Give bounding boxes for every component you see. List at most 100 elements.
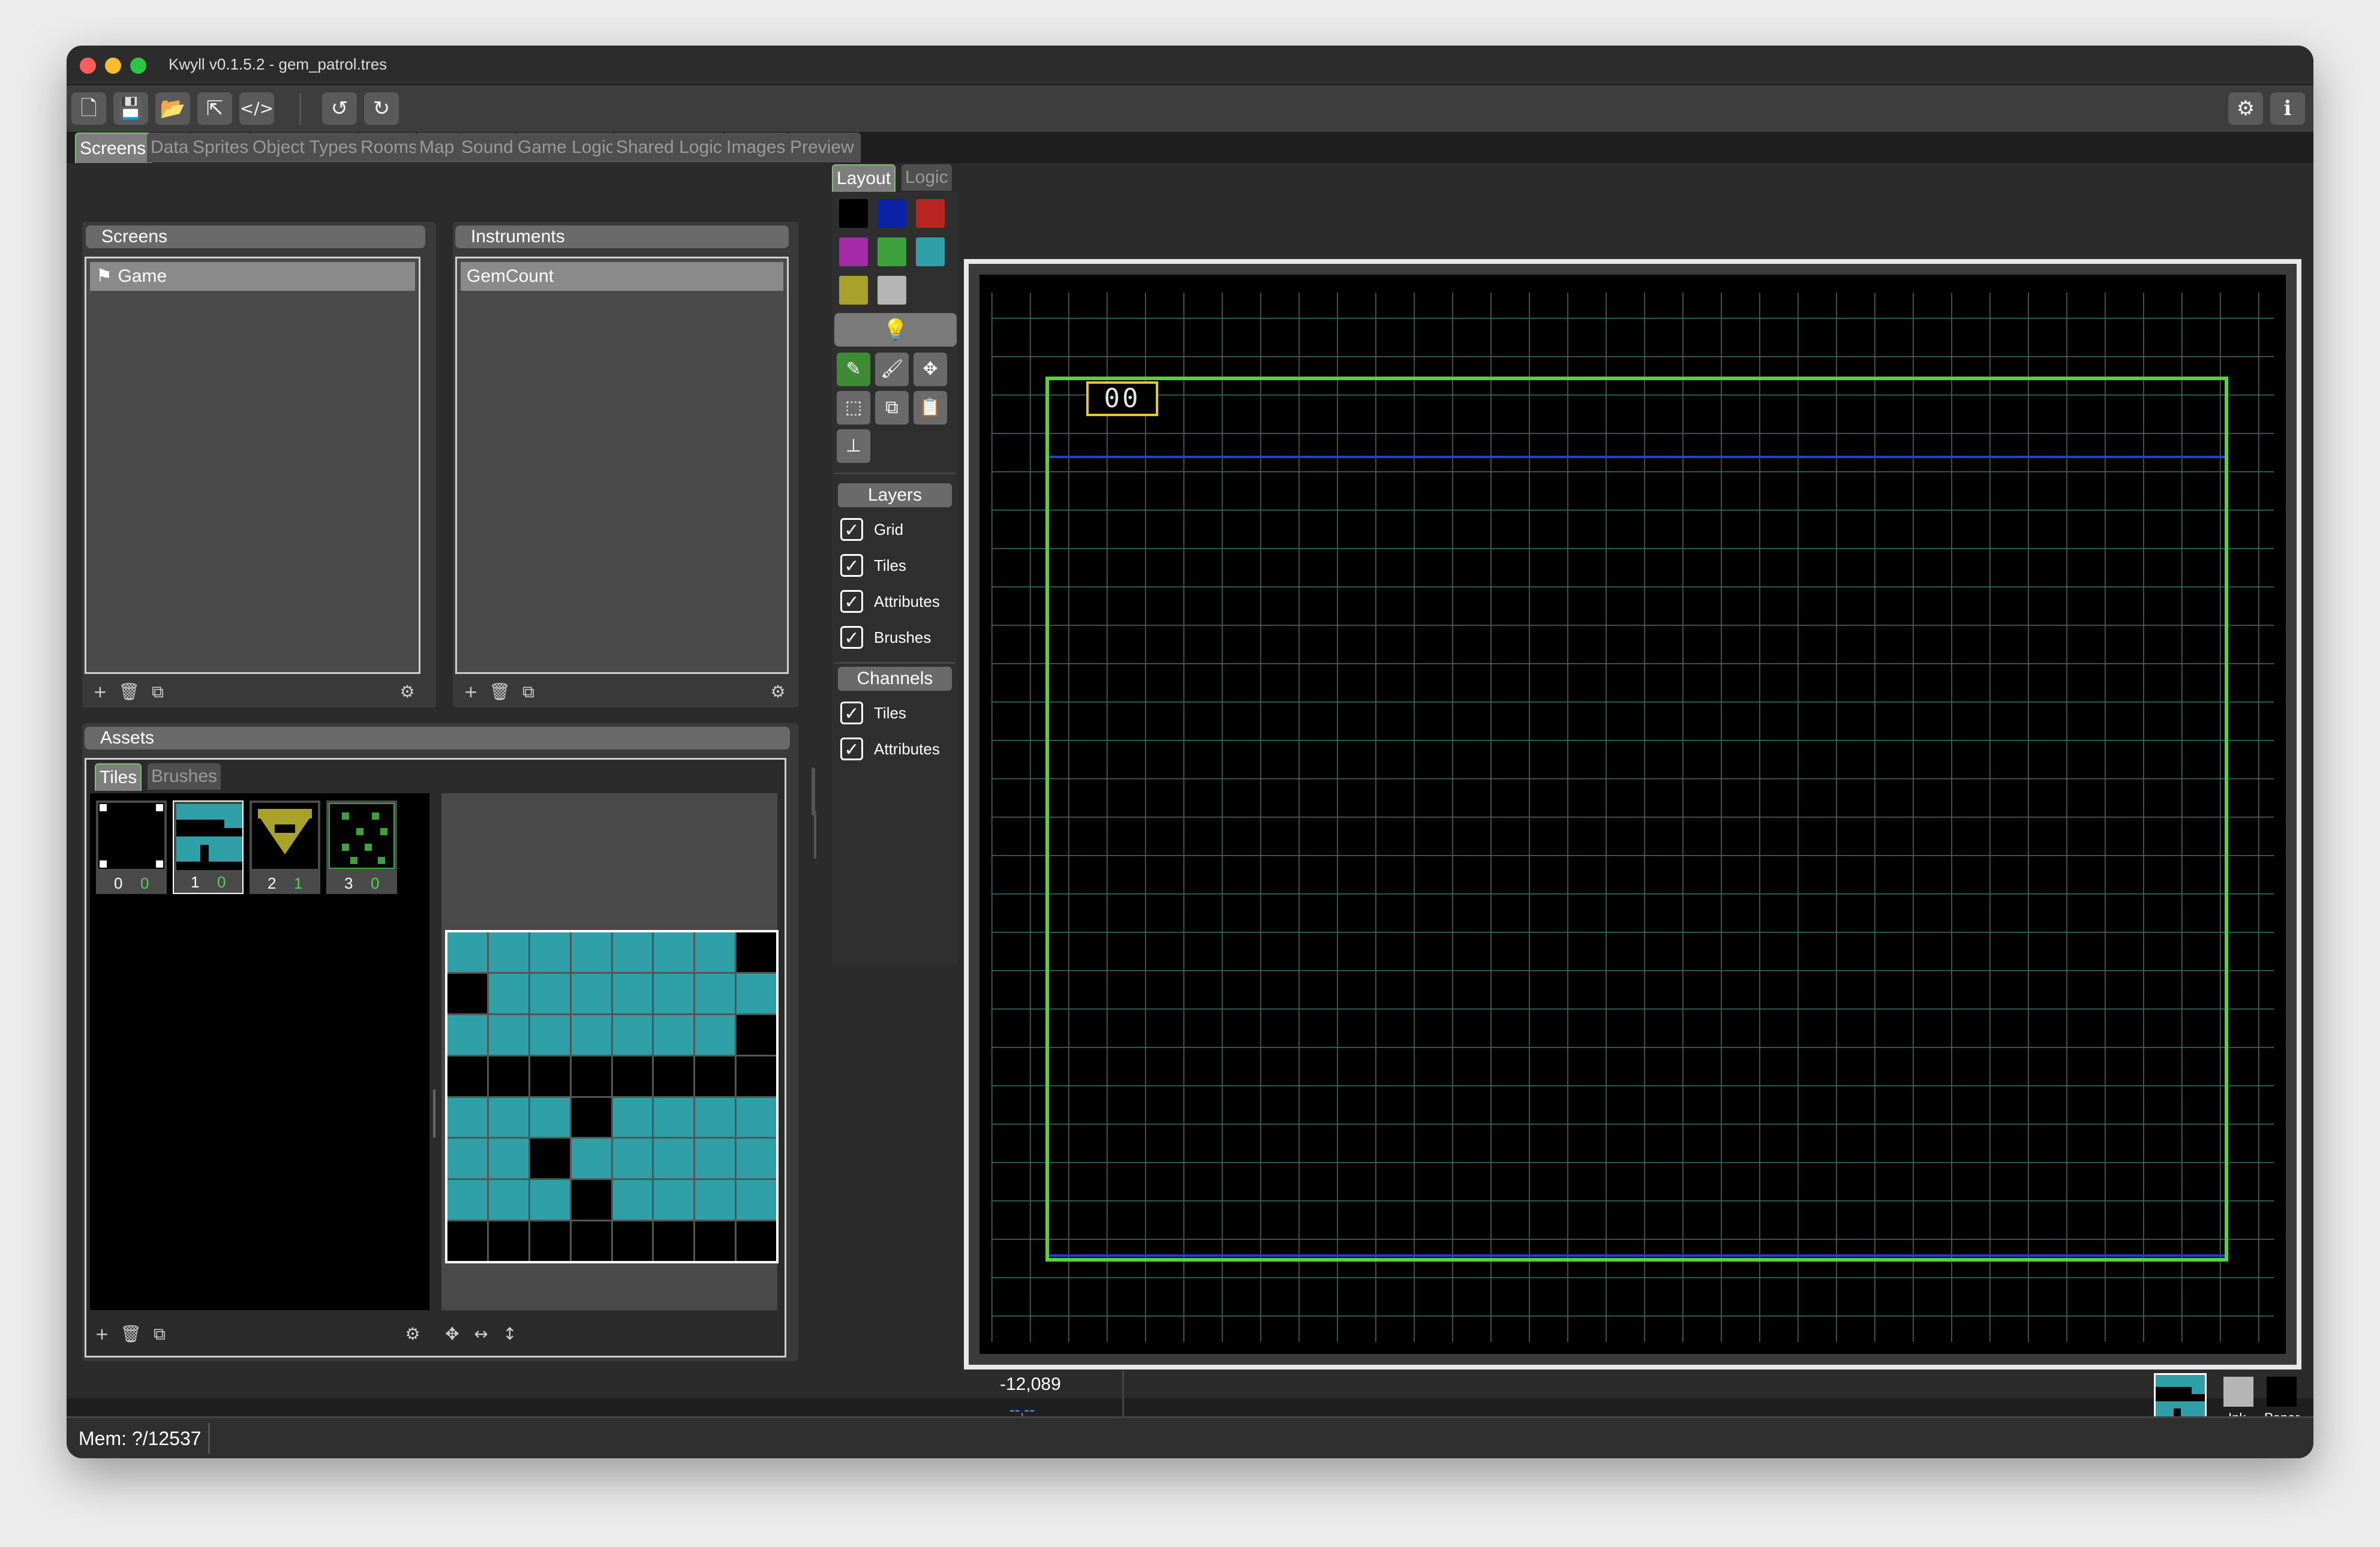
channel-tiles-checkbox[interactable]: ✓ — [840, 702, 863, 724]
tile-pixel[interactable] — [612, 973, 653, 1013]
tile-pixel[interactable] — [695, 1015, 735, 1055]
tile-pixel[interactable] — [447, 932, 487, 972]
paper-swatch[interactable] — [2267, 1377, 2297, 1407]
color-swatch-yellow[interactable] — [839, 276, 868, 305]
tile-pixel[interactable] — [737, 1139, 776, 1179]
pencil-tool-button[interactable]: ✎ — [837, 353, 870, 386]
tile-pixel[interactable] — [612, 1221, 653, 1261]
tile-pixel[interactable] — [612, 1180, 653, 1220]
tab-shared-logic[interactable]: Shared Logic — [612, 133, 725, 162]
tile-pixel[interactable] — [612, 1139, 653, 1179]
undo-button[interactable]: ↺ — [322, 92, 357, 125]
layer-tiles-checkbox[interactable]: ✓ — [840, 554, 863, 577]
tile-pixel[interactable] — [612, 1056, 653, 1096]
bright-toggle-button[interactable]: 💡 — [834, 313, 957, 347]
code-button[interactable]: </> — [239, 92, 274, 125]
shift-tile-button[interactable]: ✥ — [441, 1323, 463, 1345]
screens-list[interactable]: ⚑ Game — [85, 257, 420, 674]
tile-pixel[interactable] — [695, 1139, 735, 1179]
tile-pixel[interactable] — [695, 973, 735, 1013]
tile-pixel[interactable] — [654, 973, 694, 1013]
tab-logic[interactable]: Logic — [901, 164, 952, 191]
new-file-button[interactable]: 🗋 — [71, 92, 106, 125]
tile-pixel[interactable] — [571, 1139, 611, 1179]
instrument-item-gemcount[interactable]: GemCount — [461, 262, 783, 291]
add-screen-button[interactable]: + — [89, 681, 111, 703]
color-swatch-green[interactable] — [878, 237, 906, 266]
screen-settings-button[interactable]: ⚙ — [396, 681, 418, 703]
close-window-button[interactable] — [80, 58, 96, 74]
paint-roller-tool-button[interactable]: 🖌 — [875, 353, 909, 386]
ink-swatch[interactable] — [2223, 1377, 2253, 1407]
color-swatch-blue[interactable] — [878, 199, 906, 228]
tile-pixel[interactable] — [447, 1056, 487, 1096]
select-tool-button[interactable]: ⬚ — [837, 391, 870, 425]
tile-pixel[interactable] — [654, 1015, 694, 1055]
delete-screen-button[interactable]: 🗑 — [118, 681, 140, 703]
tile-pixel[interactable] — [612, 932, 653, 972]
info-button[interactable]: ℹ — [2270, 92, 2305, 125]
tile-pixel[interactable] — [530, 1056, 570, 1096]
zoom-window-button[interactable] — [130, 58, 146, 74]
tile-pixel[interactable] — [447, 1180, 487, 1220]
tab-images[interactable]: Images — [723, 133, 789, 162]
screen-canvas[interactable]: 00 — [979, 275, 2286, 1354]
tab-screens[interactable]: Screens — [75, 133, 152, 164]
tile-list-splitter[interactable] — [433, 1089, 435, 1137]
add-tile-button[interactable]: + — [91, 1323, 113, 1345]
tile-pixel[interactable] — [737, 1056, 776, 1096]
tile-pixel[interactable] — [488, 1180, 528, 1220]
tab-data[interactable]: Data — [147, 133, 191, 162]
color-swatch-red[interactable] — [916, 199, 945, 228]
tile-pixel[interactable] — [654, 1139, 694, 1179]
tile-pixel[interactable] — [737, 973, 776, 1013]
tile-pixel[interactable] — [488, 1139, 528, 1179]
delete-instrument-button[interactable]: 🗑 — [489, 681, 510, 703]
tile-pixel[interactable] — [737, 1015, 776, 1055]
open-button[interactable]: 📂 — [155, 92, 190, 125]
tab-rooms[interactable]: Rooms — [357, 133, 418, 162]
tile-pixel[interactable] — [447, 1015, 487, 1055]
tab-layout[interactable]: Layout — [832, 164, 896, 192]
tab-object-types[interactable]: Object Types — [249, 133, 359, 162]
tile-pixel[interactable] — [488, 1015, 528, 1055]
duplicate-tile-button[interactable]: ⧉ — [149, 1323, 170, 1345]
tab-sprites[interactable]: Sprites — [189, 133, 251, 162]
tile-pixel[interactable] — [695, 932, 735, 972]
tile-pixel[interactable] — [447, 973, 487, 1013]
tile-thumb-2[interactable]: 2 1 — [250, 800, 320, 894]
instruments-list[interactable]: GemCount — [455, 257, 789, 674]
tile-pixel[interactable] — [654, 1180, 694, 1220]
settings-button[interactable]: ⚙ — [2228, 92, 2263, 125]
tile-pixel[interactable] — [571, 1097, 611, 1137]
screen-item-game[interactable]: ⚑ Game — [90, 262, 415, 291]
left-panel-splitter[interactable] — [814, 811, 816, 859]
delete-tile-button[interactable]: 🗑 — [120, 1323, 142, 1345]
tile-pixel[interactable] — [447, 1097, 487, 1137]
tile-pixel[interactable] — [530, 932, 570, 972]
tile-pixel[interactable] — [654, 1221, 694, 1261]
tile-list[interactable]: 0 0 1 0 2 1 3 0 — [90, 793, 429, 1310]
tile-pixel[interactable] — [571, 1015, 611, 1055]
color-swatch-white[interactable] — [878, 276, 906, 305]
duplicate-instrument-button[interactable]: ⧉ — [518, 681, 539, 703]
minimize-window-button[interactable] — [105, 58, 121, 74]
tile-pixel[interactable] — [695, 1097, 735, 1137]
paste-tool-button[interactable]: 📋 — [913, 391, 947, 425]
tile-pixel[interactable] — [530, 973, 570, 1013]
tile-pixel[interactable] — [695, 1180, 735, 1220]
tile-pixel[interactable] — [447, 1139, 487, 1179]
instrument-settings-button[interactable]: ⚙ — [767, 681, 789, 703]
color-swatch-cyan[interactable] — [916, 237, 945, 266]
color-swatch-magenta[interactable] — [839, 237, 868, 266]
tile-pixel[interactable] — [737, 1097, 776, 1137]
copy-tool-button[interactable]: ⧉ — [875, 391, 909, 425]
tile-pixel[interactable] — [530, 1097, 570, 1137]
tile-pixel[interactable] — [530, 1221, 570, 1261]
tile-pixel[interactable] — [654, 1097, 694, 1137]
tile-pixel[interactable] — [571, 932, 611, 972]
flip-horizontal-button[interactable]: ↔ — [470, 1323, 492, 1345]
add-instrument-button[interactable]: + — [460, 681, 482, 703]
tile-pixel[interactable] — [488, 973, 528, 1013]
redo-button[interactable]: ↻ — [364, 92, 399, 125]
